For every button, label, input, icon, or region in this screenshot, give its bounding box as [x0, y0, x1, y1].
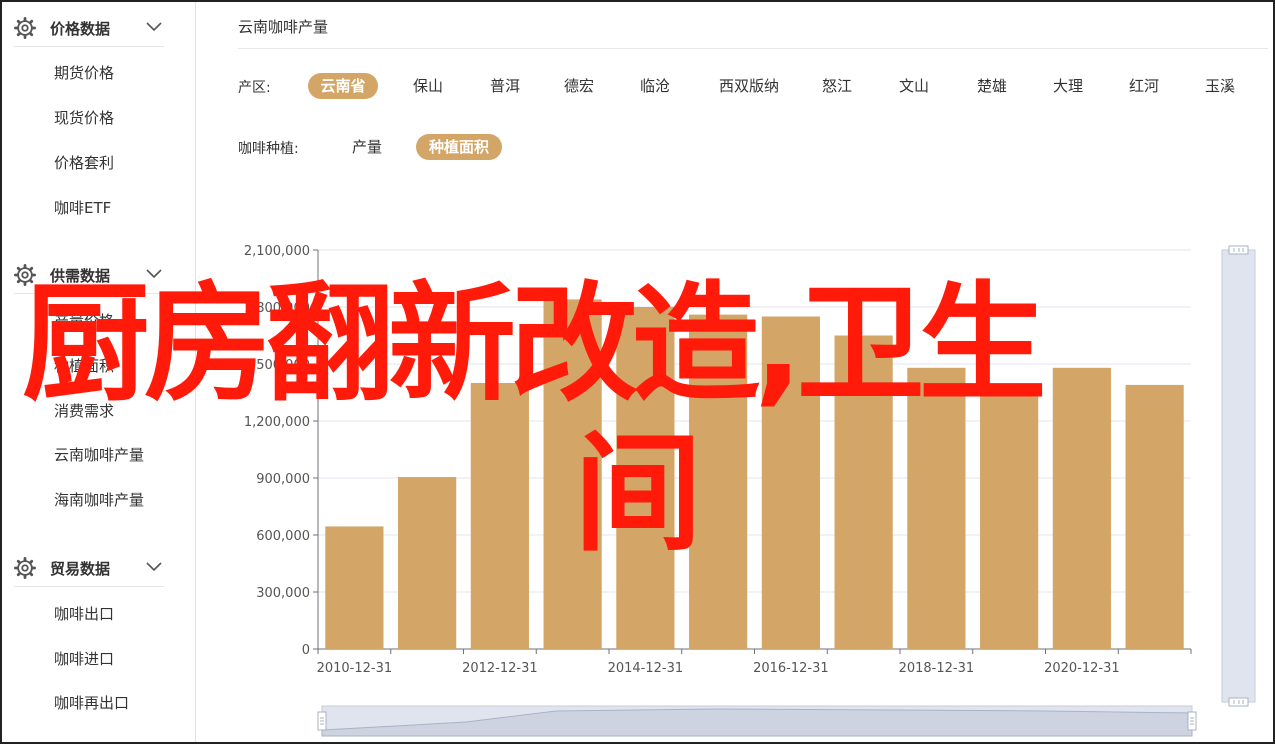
chart-bars — [325, 299, 1184, 650]
sidebar-section-title: 价格数据 — [50, 19, 111, 38]
sidebar-item-futures-price[interactable]: 期货价格 — [54, 61, 114, 85]
sidebar-item-coffee-etf[interactable]: 咖啡ETF — [54, 196, 111, 220]
chevron-down-icon[interactable] — [146, 560, 162, 574]
bar-2021-12-31[interactable] — [1125, 384, 1184, 649]
x-tick-label: 2020-12-31 — [1044, 661, 1120, 676]
bar-2017-12-31[interactable] — [834, 335, 893, 650]
gear-icon — [14, 264, 36, 286]
sidebar-item-coffee-export[interactable]: 咖啡出口 — [54, 602, 114, 626]
sidebar-item-price-arbitrage[interactable]: 价格套利 — [54, 151, 114, 175]
x-tick-label: 2018-12-31 — [899, 661, 975, 676]
chevron-down-icon[interactable] — [146, 20, 162, 34]
y-tick-label: 900,000 — [256, 472, 310, 487]
sidebar-section-trade-data[interactable]: 贸易数据 — [14, 550, 164, 587]
bar-2018-12-31[interactable] — [907, 367, 966, 649]
bar-2020-12-31[interactable] — [1052, 367, 1111, 649]
vertical-zoom-slider[interactable] — [1221, 245, 1256, 707]
bar-2011-12-31[interactable] — [398, 477, 457, 649]
x-tick-label: 2010-12-31 — [317, 661, 393, 676]
y-tick-label: 1,800,000 — [244, 301, 310, 316]
sidebar-section-supply-demand[interactable]: 供需数据 — [14, 257, 164, 294]
sidebar-section-price-data[interactable]: 价格数据 — [14, 10, 164, 47]
sidebar-item-yunnan-coffee-output[interactable]: 云南咖啡产量 — [54, 443, 144, 467]
bar-2016-12-31[interactable] — [761, 316, 820, 650]
sidebar: 价格数据 期货价格 现货价格 价格套利 咖啡ETF 供需数据 产量价格 种植面积 — [2, 2, 196, 742]
sidebar-item-spot-price[interactable]: 现货价格 — [54, 106, 114, 130]
sidebar-item-coffee-import[interactable]: 咖啡进口 — [54, 647, 114, 671]
y-tick-label: 1,200,000 — [244, 415, 310, 430]
bar-2012-12-31[interactable] — [470, 383, 529, 649]
sidebar-item-hainan-coffee-output[interactable]: 海南咖啡产量 — [54, 488, 144, 512]
horizontal-zoom-slider[interactable] — [317, 705, 1197, 737]
bar-2014-12-31[interactable] — [616, 307, 675, 649]
x-tick-label: 2016-12-31 — [753, 661, 829, 676]
gear-icon — [14, 17, 36, 39]
y-tick-label: 2,100,000 — [244, 244, 310, 259]
main-panel: 云南咖啡产量 产区: 云南省 保山 普洱 德宏 临沧 西双版纳 怒江 文山 楚雄 大理 红河 玉溪 咖… — [196, 2, 1273, 742]
x-tick-label: 2012-12-31 — [462, 661, 538, 676]
sidebar-item-consumption-demand[interactable]: 消费需求 — [54, 399, 114, 423]
y-tick-label: 1,500,000 — [244, 358, 310, 373]
y-tick-label: 600,000 — [256, 529, 310, 544]
sidebar-item-production-price[interactable]: 产量价格 — [54, 309, 114, 333]
bar-2013-12-31[interactable] — [543, 299, 602, 649]
bar-2019-12-31[interactable] — [980, 386, 1039, 649]
sidebar-section-title: 供需数据 — [50, 266, 111, 285]
x-tick-label: 2014-12-31 — [608, 661, 684, 676]
chevron-down-icon[interactable] — [146, 267, 162, 281]
sidebar-item-coffee-reexport[interactable]: 咖啡再出口 — [54, 691, 129, 715]
bar-2010-12-31[interactable] — [325, 526, 384, 649]
y-tick-label: 300,000 — [256, 586, 310, 601]
bar-2015-12-31[interactable] — [689, 314, 748, 649]
y-tick-label: 0 — [302, 643, 310, 658]
sidebar-item-planting-area[interactable]: 种植面积 — [54, 354, 114, 378]
app-window: 价格数据 期货价格 现货价格 价格套利 咖啡ETF 供需数据 产量价格 种植面积 — [0, 0, 1275, 744]
bar-chart: 0 300,000 600,000 900,000 1,200,000 1,500,000… — [244, 244, 1256, 737]
gear-icon — [14, 557, 36, 579]
sidebar-section-title: 贸易数据 — [50, 559, 111, 578]
